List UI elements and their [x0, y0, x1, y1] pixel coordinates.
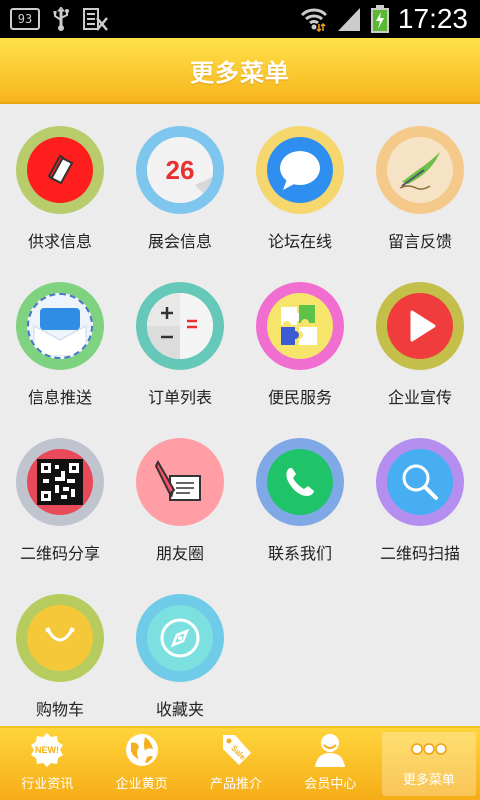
menu-item-exhibition[interactable]: 26 展会信息: [120, 104, 240, 260]
clock: 17:23: [397, 3, 468, 34]
tab-label: 产品推介: [210, 777, 263, 792]
calendar-icon: 26: [147, 137, 213, 203]
menu-item-label: 二维码扫描: [379, 544, 460, 563]
menu-item-label: 联系我们: [267, 544, 332, 563]
menu-item-promotion[interactable]: 企业宣传: [360, 260, 480, 416]
bottom-tab-bar: NEW! 行业资讯 企业黄页 Sale 产品推介 会员中心 更多菜单: [0, 726, 480, 800]
menu-item-label: 企业宣传: [387, 388, 452, 407]
tab-label: 会员中心: [304, 777, 357, 792]
menu-item-label: 二维码分享: [19, 544, 100, 563]
compass-icon: [160, 618, 200, 658]
menu-item-qr-share[interactable]: 二维码分享: [0, 416, 120, 572]
new-badge-icon: NEW!: [31, 733, 64, 767]
sale-tag-icon: Sale: [223, 735, 252, 765]
globe-icon: [125, 734, 158, 766]
menu-item-label: 展会信息: [147, 232, 212, 251]
menu-item-label: 朋友圈: [155, 544, 204, 563]
menu-item-convenience-service[interactable]: 便民服务: [240, 260, 360, 416]
pen-paper-icon: [154, 459, 201, 501]
tab-member-center[interactable]: 会员中心: [283, 728, 377, 800]
qr-code-icon: [37, 459, 83, 505]
menu-item-contact-us[interactable]: 联系我们: [240, 416, 360, 572]
tab-yellow-pages[interactable]: 企业黄页: [94, 728, 188, 800]
menu-item-feedback[interactable]: 留言反馈: [360, 104, 480, 260]
shopping-bag-icon: [45, 627, 75, 642]
menu-item-shopping-cart[interactable]: 购物车: [0, 572, 120, 728]
svg-text:NEW!: NEW!: [35, 745, 59, 755]
tab-label: 更多菜单: [402, 773, 455, 788]
page-title: 更多菜单: [190, 58, 290, 87]
play-icon: [410, 310, 436, 342]
tab-label: 企业黄页: [115, 777, 168, 792]
usb-icon: [53, 6, 69, 31]
tab-industry-news[interactable]: NEW! 行业资讯: [0, 728, 94, 800]
image-icon: [83, 8, 108, 31]
calendar-day: 26: [166, 155, 195, 185]
menu-item-moments[interactable]: 朋友圈: [120, 416, 240, 572]
notification-badge: 93: [10, 8, 40, 30]
menu-item-qr-scan[interactable]: 二维码扫描: [360, 416, 480, 572]
menu-grid: 供求信息 26 展会信息 论坛在线 留言反馈 信息推送 订单列表 便民服务 企业…: [0, 104, 480, 726]
menu-item-label: 留言反馈: [387, 232, 452, 251]
menu-item-label: 便民服务: [267, 388, 332, 407]
chat-bubble-icon: [280, 151, 320, 190]
phone-icon: [286, 468, 314, 496]
menu-item-favorites[interactable]: 收藏夹: [120, 572, 240, 728]
title-bar: 更多菜单: [0, 38, 480, 104]
menu-item-label: 订单列表: [147, 388, 212, 407]
menu-item-label: 论坛在线: [267, 232, 332, 251]
menu-item-order-list[interactable]: 订单列表: [120, 260, 240, 416]
book-icon: [47, 154, 74, 185]
tab-label: 行业资讯: [21, 777, 74, 792]
wifi-icon: [300, 8, 327, 32]
more-dots-icon: [411, 742, 447, 755]
signal-icon: [337, 8, 360, 31]
menu-icon-ring: [16, 126, 104, 214]
envelope-icon: [33, 308, 87, 356]
tab-more-menu[interactable]: 更多菜单: [381, 732, 477, 796]
menu-item-label: 收藏夹: [155, 700, 204, 719]
status-bar: 93 17:23: [0, 0, 480, 38]
puzzle-icon: [281, 305, 317, 345]
menu-item-forum[interactable]: 论坛在线: [240, 104, 360, 260]
magnifier-icon: [402, 464, 438, 500]
menu-item-label: 购物车: [35, 700, 84, 719]
tab-products[interactable]: Sale 产品推介: [189, 728, 283, 800]
calculator-icon: [147, 293, 213, 359]
battery-icon: [370, 5, 389, 33]
quill-pen-icon: [399, 152, 440, 190]
menu-item-supply-demand[interactable]: 供求信息: [0, 104, 120, 260]
menu-item-label: 信息推送: [27, 388, 92, 407]
menu-item-push-info[interactable]: 信息推送: [0, 260, 120, 416]
user-icon: [315, 734, 346, 767]
menu-item-label: 供求信息: [27, 232, 92, 251]
